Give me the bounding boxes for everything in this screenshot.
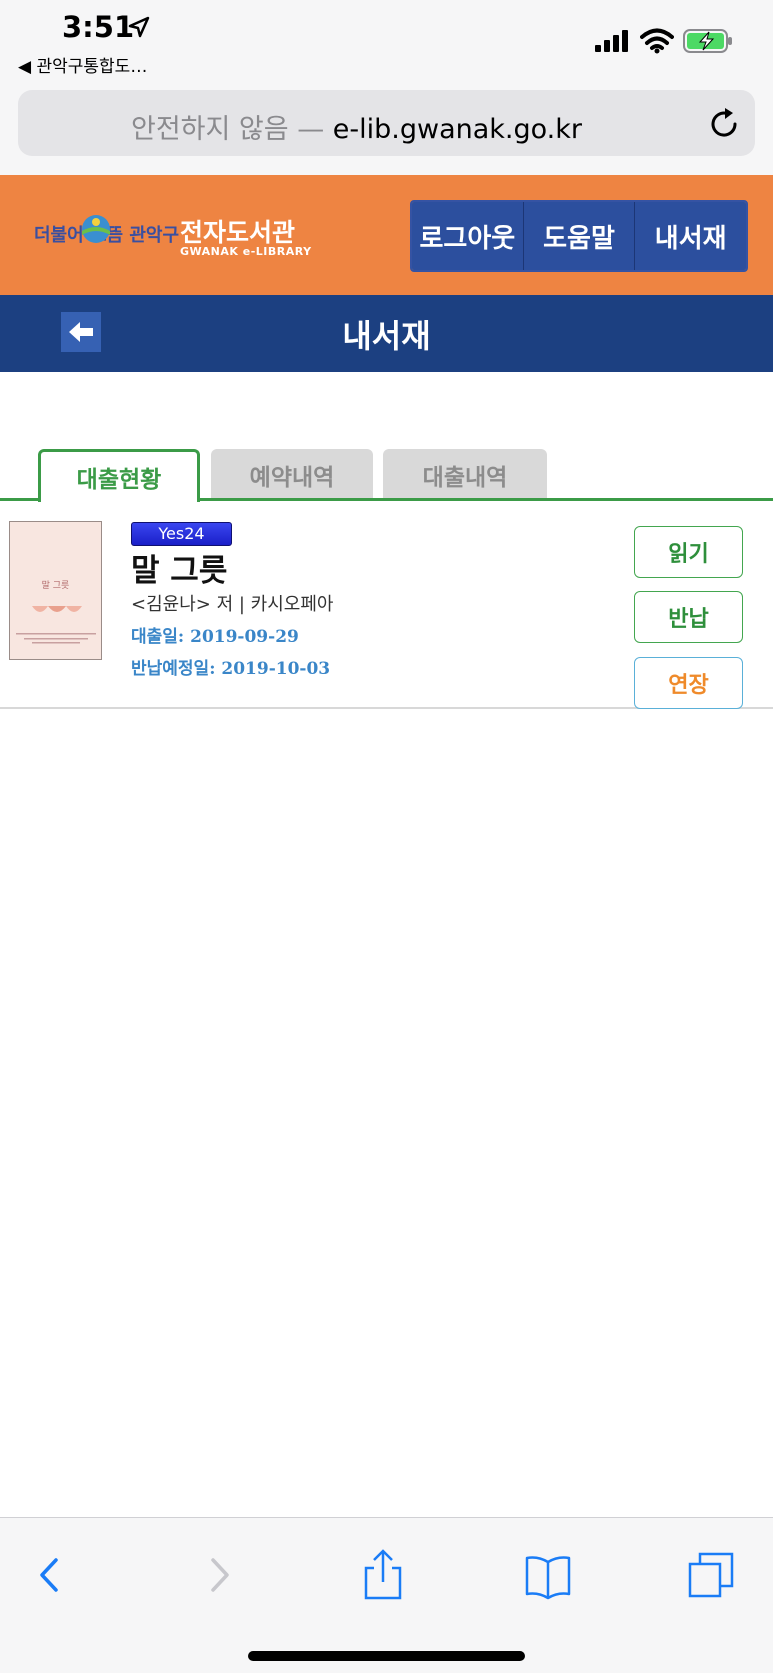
address-bar[interactable]: 안전하지 않음 — e-lib.gwanak.go.kr: [18, 90, 755, 156]
help-button[interactable]: 도움말: [523, 202, 636, 270]
my-library-button[interactable]: 내서재: [635, 202, 746, 270]
status-time: 3:51: [62, 10, 135, 44]
logo-mark-icon: [82, 215, 110, 243]
address-domain: e-lib.gwanak.go.kr: [332, 114, 583, 145]
location-arrow-icon: [128, 16, 150, 38]
bookmarks-icon[interactable]: [523, 1548, 573, 1602]
address-separator: —: [288, 114, 333, 145]
cover-title: 말 그릇: [41, 581, 70, 591]
book-cover[interactable]: 말 그릇: [9, 521, 102, 660]
share-icon[interactable]: [358, 1548, 408, 1602]
cellular-signal-icon: [595, 30, 628, 52]
loan-date: 대출일: 2019-09-29: [131, 627, 299, 647]
logo-subtitle: GWANAK e-LIBRARY: [180, 245, 312, 258]
tabs-icon[interactable]: [686, 1548, 736, 1602]
insecure-label: 안전하지 않음: [130, 114, 289, 145]
browser-toolbar: [0, 1517, 773, 1673]
browser-chrome: 안전하지 않음 — e-lib.gwanak.go.kr: [0, 82, 773, 175]
book-title[interactable]: 말 그릇: [131, 545, 227, 590]
tab-reservations[interactable]: 예약내역: [211, 449, 373, 501]
home-indicator: [248, 1651, 525, 1661]
address-text[interactable]: 안전하지 않음 — e-lib.gwanak.go.kr: [18, 107, 695, 146]
logout-button[interactable]: 로그아웃: [412, 202, 524, 270]
library-logo[interactable]: 더불어 으뜸 관악구 전자도서관 GWANAK e-LIBRARY: [34, 213, 324, 263]
title-bar: 내서재: [0, 295, 773, 372]
wifi-icon: [640, 28, 674, 54]
logo-title: 전자도서관: [180, 218, 296, 247]
back-to-app-link[interactable]: ◀ 관악구통합도…: [18, 52, 147, 77]
book-author-publisher: <김윤나> 저 | 카시오페아: [131, 594, 334, 615]
return-button[interactable]: 반납: [634, 591, 743, 643]
tab-current-loans[interactable]: 대출현황: [38, 449, 200, 502]
cover-text-lines: [16, 633, 96, 644]
site-header: 더불어 으뜸 관악구 전자도서관 GWANAK e-LIBRARY 로그아웃 도…: [0, 175, 773, 295]
extend-button[interactable]: 연장: [634, 657, 743, 709]
status-bar: 3:51 ◀ 관악구통합도…: [0, 0, 773, 82]
cover-bowls-illustration: [32, 606, 82, 612]
page-title: 내서재: [342, 317, 431, 355]
due-date: 반납예정일: 2019-10-03: [131, 659, 331, 679]
vendor-badge: Yes24: [131, 522, 232, 546]
tab-loan-history[interactable]: 대출내역: [383, 449, 547, 501]
chevron-left-icon[interactable]: [24, 1548, 74, 1602]
reload-icon[interactable]: [707, 107, 741, 141]
read-button[interactable]: 읽기: [634, 526, 743, 578]
header-button-group: 로그아웃 도움말 내서재: [410, 200, 748, 272]
battery-charging-icon: [683, 29, 732, 53]
chevron-right-icon[interactable]: [195, 1548, 245, 1602]
